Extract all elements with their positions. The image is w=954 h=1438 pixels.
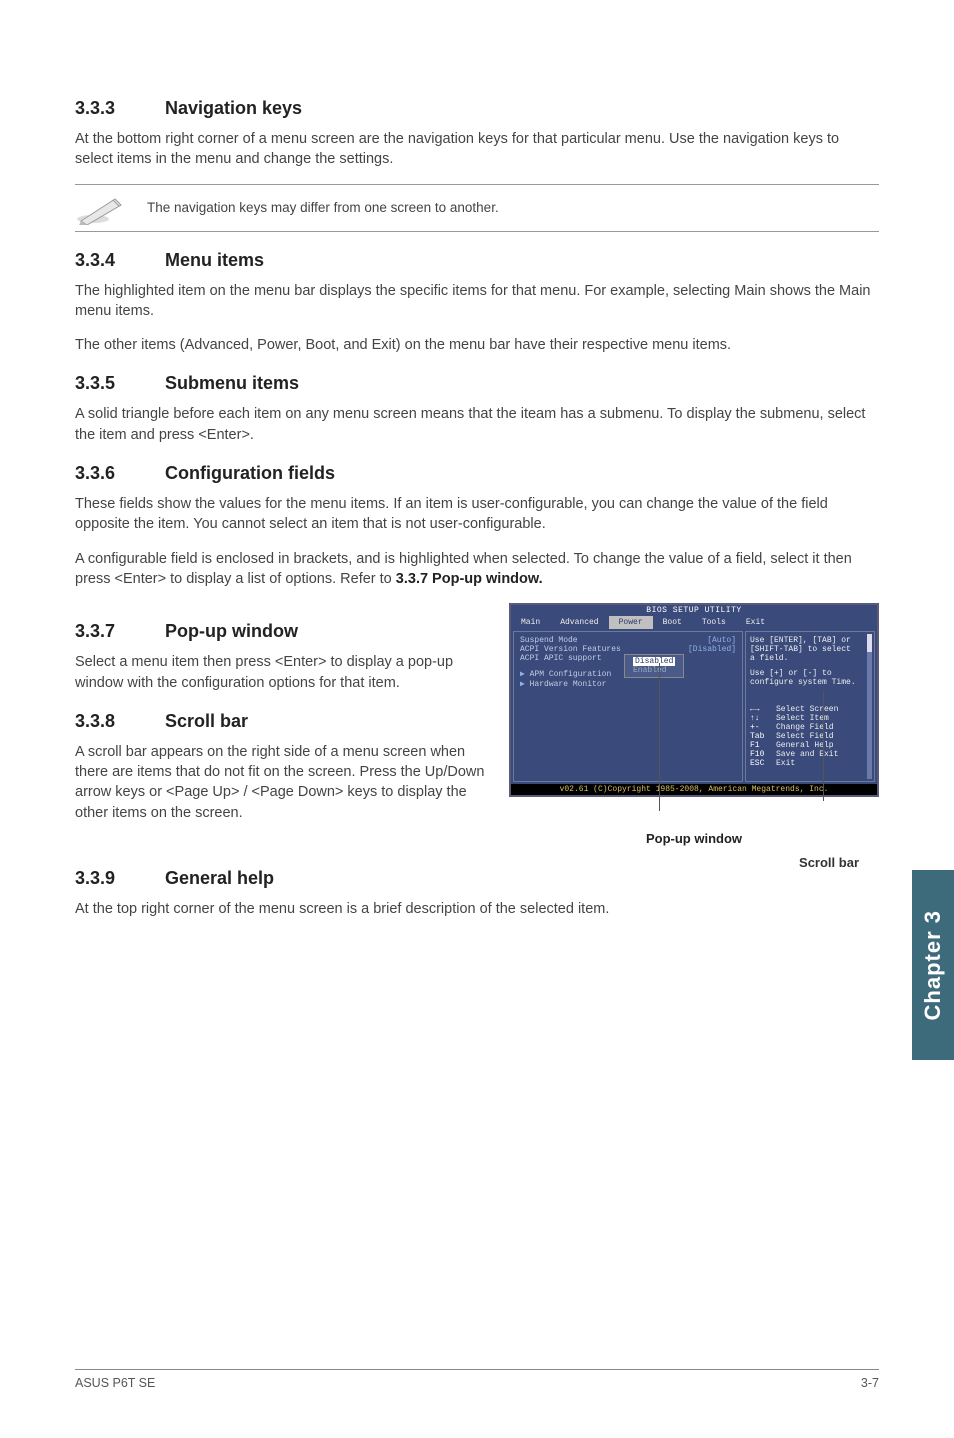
chapter-tab: Chapter 3 (912, 870, 954, 1060)
bios-screenshot: BIOS SETUP UTILITY Main Advanced Power B… (509, 603, 879, 846)
para: The highlighted item on the menu bar dis… (75, 281, 879, 322)
triangle-icon: ▶ (520, 680, 530, 689)
para: The other items (Advanced, Power, Boot, … (75, 335, 879, 355)
footer-left: ASUS P6T SE (75, 1376, 155, 1390)
bios-title: BIOS SETUP UTILITY (511, 605, 877, 616)
pencil-icon (75, 191, 125, 225)
bios-tab: Exit (736, 616, 775, 629)
para: A solid triangle before each item on any… (75, 404, 879, 445)
bios-tabs: Main Advanced Power Boot Tools Exit (511, 616, 877, 629)
bios-tab-active: Power (609, 616, 653, 629)
callout-line (823, 691, 824, 801)
note-block: The navigation keys may differ from one … (75, 184, 879, 232)
scrollbar-thumb (867, 634, 872, 652)
bios-tab: Main (511, 616, 550, 629)
heading-335: 3.3.5Submenu items (75, 373, 879, 394)
caption-scrollbar: Scroll bar (799, 855, 859, 870)
para: Select a menu item then press <Enter> to… (75, 652, 491, 693)
footer-right: 3-7 (861, 1376, 879, 1390)
bios-right-pane: Use [ENTER], [TAB] or [SHIFT-TAB] to sel… (745, 631, 875, 782)
heading-333: 3.3.3Navigation keys (75, 98, 879, 119)
heading-337: 3.3.7Pop-up window (75, 621, 491, 642)
heading-334: 3.3.4Menu items (75, 250, 879, 271)
bios-tab: Tools (692, 616, 736, 629)
para: At the top right corner of the menu scre… (75, 899, 879, 919)
heading-336: 3.3.6Configuration fields (75, 463, 879, 484)
bios-tab: Boot (653, 616, 692, 629)
note-text: The navigation keys may differ from one … (147, 200, 499, 215)
bios-left-pane: Suspend Mode[Auto] ACPI Version Features… (513, 631, 743, 782)
para: A scroll bar appears on the right side o… (75, 742, 491, 823)
bios-tab: Advanced (550, 616, 608, 629)
para: These fields show the values for the men… (75, 494, 879, 535)
caption-popup: Pop-up window (509, 831, 879, 846)
para: At the bottom right corner of a menu scr… (75, 129, 879, 170)
callout-line (659, 663, 660, 811)
bios-popup: Disabled Enabled (624, 654, 684, 678)
para: A configurable field is enclosed in brac… (75, 549, 879, 590)
heading-num: 3.3.3 (75, 98, 165, 119)
heading-338: 3.3.8Scroll bar (75, 711, 491, 732)
heading-title: Navigation keys (165, 98, 302, 118)
triangle-icon: ▶ (520, 670, 530, 679)
heading-339: 3.3.9General help (75, 868, 879, 889)
bios-help-keys: ←→Select Screen ↑↓Select Item +-Change F… (750, 705, 870, 768)
page-footer: ASUS P6T SE 3-7 (75, 1369, 879, 1390)
scrollbar-track (867, 634, 872, 779)
